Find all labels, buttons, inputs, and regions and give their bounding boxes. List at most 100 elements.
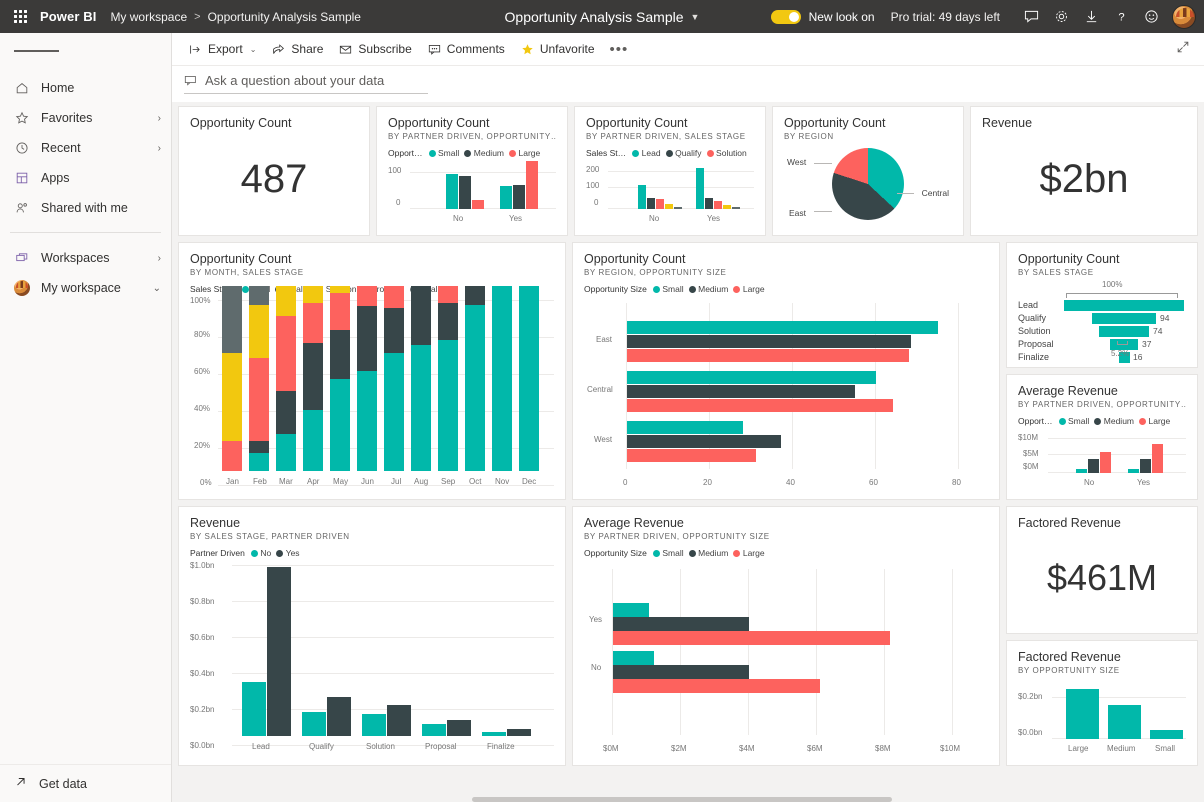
sidebar-item-workspaces[interactable]: Workspaces ›	[0, 243, 171, 273]
bar-small[interactable]	[1150, 730, 1183, 739]
legend-item[interactable]: Medium	[689, 284, 729, 294]
bar-large-yes[interactable]	[613, 631, 890, 645]
stacked-bar-may[interactable]	[330, 286, 350, 471]
stacked-bar-feb[interactable]	[249, 286, 269, 471]
stacked-bar-oct[interactable]	[465, 286, 485, 471]
download-icon[interactable]	[1076, 2, 1106, 32]
legend-item[interactable]: Medium	[689, 548, 729, 558]
bar-large-yes[interactable]	[1152, 444, 1163, 473]
bar-qualify-yes[interactable]	[327, 697, 351, 736]
funnel-row-solution[interactable]: Solution 74	[1018, 325, 1186, 337]
stacked-bar-jan[interactable]	[222, 286, 242, 471]
funnel-row-finalize[interactable]: Finalize 16	[1018, 351, 1186, 363]
legend-item[interactable]: Medium	[464, 148, 504, 158]
stacked-bar-aug[interactable]	[411, 286, 431, 471]
bar-finalize-no[interactable]	[482, 732, 506, 736]
tile-opp-count-month-stage[interactable]: Opportunity Count BY MONTH, SALES STAGE …	[178, 242, 566, 500]
feedback-icon[interactable]	[1016, 2, 1046, 32]
stacked-bar-mar[interactable]	[276, 286, 296, 471]
avatar[interactable]	[1172, 5, 1196, 29]
tile-opp-count-partner-stage[interactable]: Opportunity Count BY PARTNER DRIVEN, SAL…	[574, 106, 766, 236]
bar-large-central[interactable]	[627, 399, 893, 412]
stacked-bar-jul[interactable]	[384, 286, 404, 471]
bar-large[interactable]	[1066, 689, 1099, 739]
bar-medium[interactable]	[1108, 705, 1141, 739]
stacked-bar-sep[interactable]	[438, 286, 458, 471]
help-icon[interactable]: ?	[1106, 2, 1136, 32]
bar-large-no[interactable]	[1100, 452, 1111, 473]
bar-small-central[interactable]	[627, 371, 876, 384]
bar-medium-yes[interactable]	[1140, 459, 1151, 473]
legend-item[interactable]: Large	[733, 548, 764, 558]
share-button[interactable]: Share	[265, 36, 330, 62]
legend-item[interactable]: Small	[1059, 416, 1090, 426]
breadcrumb-report[interactable]: Opportunity Analysis Sample	[208, 10, 361, 24]
legend-item[interactable]: Small	[653, 284, 684, 294]
legend-item[interactable]: Qualify	[666, 148, 702, 158]
bar-small-west[interactable]	[627, 421, 743, 434]
funnel-row-qualify[interactable]: Qualify 94	[1018, 312, 1186, 324]
bar-large-yes[interactable]	[526, 161, 538, 209]
bar-medium-west[interactable]	[627, 435, 781, 448]
sidebar-item-my-workspace[interactable]: My workspace ⌄	[0, 273, 171, 303]
gear-icon[interactable]	[1046, 2, 1076, 32]
funnel-row-lead[interactable]: Lead	[1018, 299, 1186, 311]
legend-item[interactable]: Small	[429, 148, 460, 158]
tile-opp-count-partner-size[interactable]: Opportunity Count BY PARTNER DRIVEN, OPP…	[376, 106, 568, 236]
bar-finalize-no[interactable]	[674, 207, 682, 209]
sidebar-item-apps[interactable]: Apps	[0, 163, 171, 193]
nav-collapse-button[interactable]	[0, 33, 171, 69]
bar-medium-central[interactable]	[627, 385, 855, 398]
comments-button[interactable]: Comments	[421, 36, 512, 62]
bar-finalize-yes[interactable]	[732, 207, 740, 209]
bar-small-yes[interactable]	[500, 186, 512, 209]
bar-lead-yes[interactable]	[267, 567, 291, 736]
bar-solution-no[interactable]	[656, 199, 664, 209]
pie-chart[interactable]	[832, 148, 904, 220]
bar-solution-yes[interactable]	[387, 705, 411, 736]
bar-small-no[interactable]	[1076, 469, 1087, 473]
tile-avg-revenue-partner-size[interactable]: Average Revenue BY PARTNER DRIVEN, OPPOR…	[572, 506, 1000, 766]
legend-item[interactable]: No	[251, 548, 271, 558]
more-options-button[interactable]: •••	[604, 41, 635, 58]
sidebar-item-favorites[interactable]: Favorites ›	[0, 103, 171, 133]
sidebar-item-shared-with-me[interactable]: Shared with me	[0, 193, 171, 223]
bar-small-no[interactable]	[446, 174, 458, 209]
bar-finalize-yes[interactable]	[507, 729, 531, 736]
tile-avg-revenue-partner-size-small[interactable]: Average Revenue BY PARTNER DRIVEN, OPPOR…	[1006, 374, 1198, 500]
bar-medium-east[interactable]	[627, 335, 911, 348]
bar-medium-yes[interactable]	[513, 185, 525, 209]
stacked-bar-nov[interactable]	[492, 286, 512, 471]
bar-qualify-no[interactable]	[647, 198, 655, 209]
smiley-icon[interactable]	[1136, 2, 1166, 32]
sidebar-item-recent[interactable]: Recent ›	[0, 133, 171, 163]
legend-item[interactable]: Large	[1139, 416, 1170, 426]
stacked-bar-jun[interactable]	[357, 286, 377, 471]
report-title-dropdown[interactable]: Opportunity Analysis Sample ▼	[505, 9, 700, 25]
bar-large-west[interactable]	[627, 449, 756, 462]
fullscreen-button[interactable]	[1176, 40, 1194, 59]
bar-medium-no[interactable]	[613, 665, 749, 679]
bar-small-no[interactable]	[613, 651, 654, 665]
bar-solution-no[interactable]	[362, 714, 386, 736]
bar-medium-no[interactable]	[459, 176, 471, 209]
bar-large-no[interactable]	[472, 200, 484, 209]
tile-opportunity-count-card[interactable]: Opportunity Count 487	[178, 106, 370, 236]
bar-proposal-no[interactable]	[422, 724, 446, 736]
legend-item[interactable]: Large	[509, 148, 540, 158]
legend-item[interactable]: Medium	[1094, 416, 1134, 426]
bar-proposal-yes[interactable]	[447, 720, 471, 736]
legend-item[interactable]: Lead	[632, 148, 660, 158]
funnel-row-proposal[interactable]: Proposal 37	[1018, 338, 1186, 350]
breadcrumb-workspace[interactable]: My workspace	[110, 10, 187, 24]
bar-small-yes[interactable]	[1128, 469, 1139, 473]
stacked-bar-dec[interactable]	[519, 286, 539, 471]
get-data-button[interactable]: Get data	[0, 764, 171, 802]
bar-medium-yes[interactable]	[613, 617, 749, 631]
bar-small-yes[interactable]	[613, 603, 649, 617]
tile-opp-count-funnel[interactable]: Opportunity Count BY SALES STAGE 100% Le…	[1006, 242, 1198, 368]
legend-item[interactable]: Yes	[276, 548, 299, 558]
unfavorite-button[interactable]: Unfavorite	[514, 36, 602, 62]
bar-large-no[interactable]	[613, 679, 820, 693]
legend-item[interactable]: Large	[733, 284, 764, 294]
